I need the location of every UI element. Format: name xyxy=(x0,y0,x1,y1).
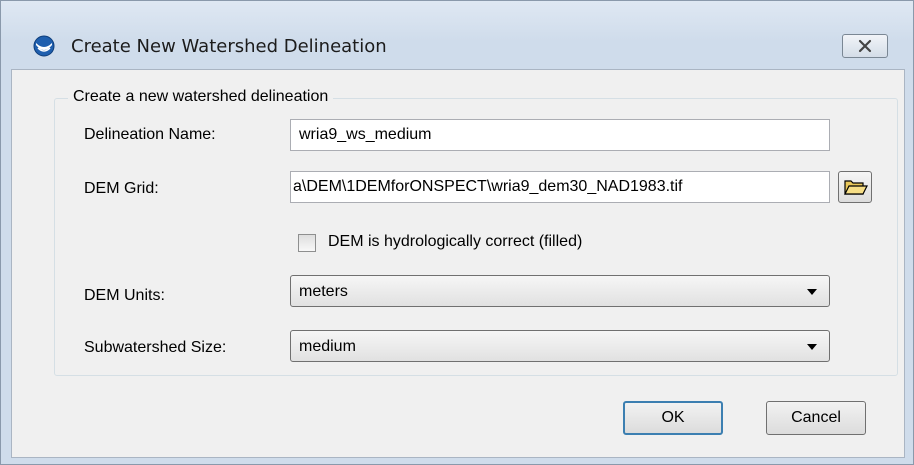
window-title: Create New Watershed Delineation xyxy=(71,36,387,57)
chevron-down-icon xyxy=(807,289,817,295)
close-icon xyxy=(858,39,872,53)
chevron-down-icon xyxy=(807,344,817,350)
folder-open-icon xyxy=(844,180,868,195)
dialog-window: Create New Watershed Delineation Create … xyxy=(0,0,914,465)
delineation-name-input[interactable]: wria9_ws_medium xyxy=(290,119,830,151)
ok-button[interactable]: OK xyxy=(623,401,723,435)
subwatershed-size-select[interactable]: medium xyxy=(290,330,830,362)
hydro-correct-checkbox[interactable] xyxy=(298,234,316,252)
subwatershed-size-selected: medium xyxy=(299,338,356,355)
close-button[interactable] xyxy=(842,34,888,58)
cancel-button[interactable]: Cancel xyxy=(766,401,866,435)
hydro-correct-label[interactable]: DEM is hydrologically correct (filled) xyxy=(328,233,582,251)
dem-units-select[interactable]: meters xyxy=(290,275,830,307)
dem-units-label: DEM Units: xyxy=(84,287,165,304)
dem-grid-label: DEM Grid: xyxy=(84,180,159,197)
dialog-client-area: Create a new watershed delineation Delin… xyxy=(11,69,905,458)
groupbox-legend: Create a new watershed delineation xyxy=(68,88,334,106)
dem-grid-input[interactable]: a\DEM\1DEMforONSPECT\wria9_dem30_NAD1983… xyxy=(290,171,830,203)
dem-units-selected: meters xyxy=(299,283,348,300)
delineation-name-label: Delineation Name: xyxy=(84,126,216,143)
noaa-logo-icon xyxy=(33,35,55,57)
title-bar[interactable] xyxy=(1,1,913,41)
subwatershed-size-label: Subwatershed Size: xyxy=(84,339,227,356)
browse-dem-button[interactable] xyxy=(838,171,872,203)
